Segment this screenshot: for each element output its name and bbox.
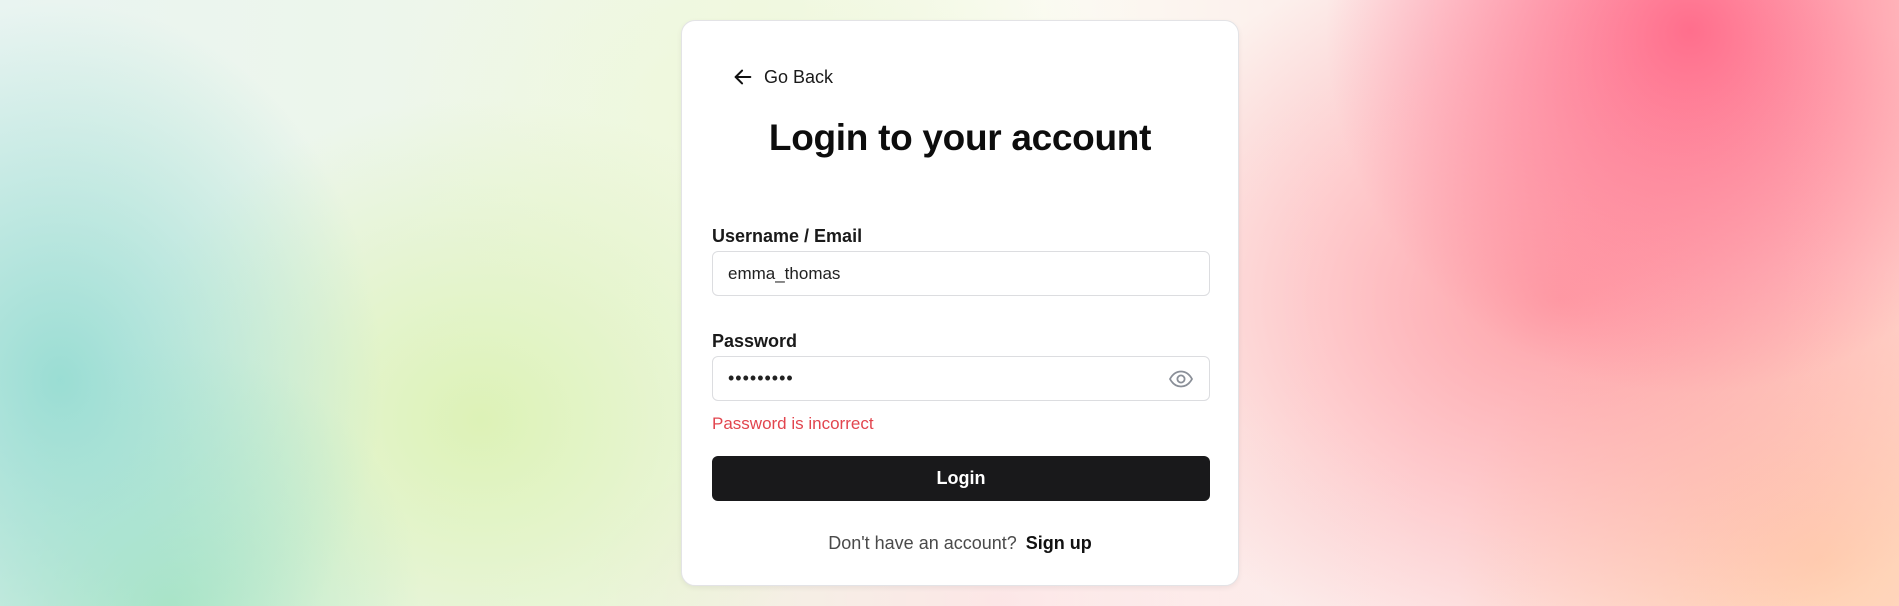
- eye-icon[interactable]: [1168, 369, 1194, 389]
- password-field[interactable]: [712, 356, 1210, 401]
- username-field[interactable]: [712, 251, 1210, 296]
- username-label: Username / Email: [712, 226, 863, 246]
- username-input[interactable]: [728, 263, 1194, 284]
- login-card: Go Back Login to your account Username /…: [681, 20, 1239, 586]
- signup-prompt-row: Don't have an account? Sign up: [682, 533, 1238, 554]
- signup-link[interactable]: Sign up: [1026, 533, 1092, 553]
- password-error-message: Password is incorrect: [712, 414, 874, 433]
- page-title: Login to your account: [768, 117, 1152, 158]
- arrow-left-icon: [732, 66, 754, 88]
- login-button[interactable]: Login: [712, 456, 1210, 501]
- password-label: Password: [712, 331, 798, 351]
- signup-prompt-text: Don't have an account?: [828, 533, 1017, 553]
- go-back-button[interactable]: Go Back: [732, 61, 833, 93]
- password-input[interactable]: [728, 368, 1168, 389]
- go-back-label: Go Back: [764, 66, 834, 87]
